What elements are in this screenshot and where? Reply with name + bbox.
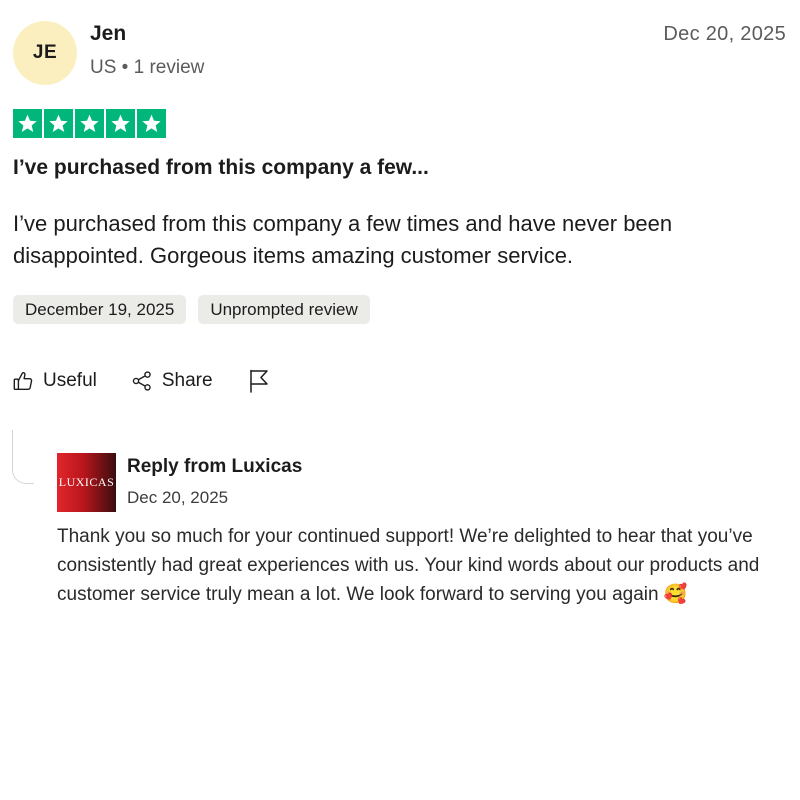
thumbs-up-icon [12, 370, 34, 392]
unprompted-review-badge[interactable]: Unprompted review [198, 295, 370, 324]
share-button[interactable]: Share [131, 370, 213, 392]
review-chips: December 19, 2025 Unprompted review [13, 295, 370, 324]
star-icon [137, 109, 166, 138]
reply-body: Thank you so much for your continued sup… [57, 526, 760, 605]
share-icon [131, 370, 153, 392]
company-logo-text: LUXICAS [58, 475, 115, 489]
useful-button[interactable]: Useful [12, 370, 97, 392]
share-label: Share [161, 370, 213, 391]
star-icon [75, 109, 104, 138]
reviewer-name[interactable]: Jen [90, 22, 126, 46]
review-title[interactable]: I’ve purchased from this company a few..… [13, 156, 429, 180]
report-button[interactable] [247, 368, 271, 394]
review-body: I’ve purchased from this company a few t… [13, 211, 673, 268]
reviewer-avatar[interactable]: JE [13, 21, 77, 85]
reply-title: Reply from Luxicas [127, 456, 303, 477]
experience-date-badge: December 19, 2025 [13, 295, 187, 324]
review-actions: Useful Share [12, 368, 271, 394]
review-date: Dec 20, 2025 [663, 23, 786, 45]
company-logo[interactable]: LUXICAS [57, 453, 116, 512]
useful-label: Useful [43, 370, 97, 391]
flag-icon [247, 368, 271, 394]
star-icon [44, 109, 73, 138]
star-rating [13, 109, 166, 138]
reply-connector [12, 430, 34, 484]
reviewer-meta: US • 1 review [90, 57, 205, 78]
star-icon [13, 109, 42, 138]
reply-date: Dec 20, 2025 [127, 488, 229, 507]
star-icon [106, 109, 135, 138]
